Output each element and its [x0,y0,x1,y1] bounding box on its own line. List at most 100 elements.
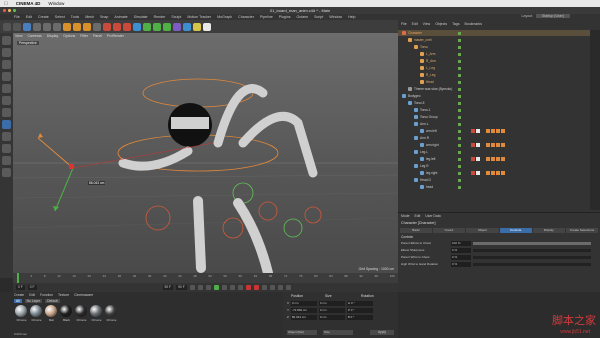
material-swatch[interactable]: Skin [45,305,58,322]
subdivision-icon[interactable] [143,22,151,31]
tag-icon[interactable] [491,128,495,133]
object-row[interactable]: Character [398,30,600,36]
coordinate-mode-dropdown[interactable]: Object (Rel) [287,330,317,335]
tag-icon[interactable] [481,142,485,147]
object-row[interactable]: Theme was slow (Bymoko) [398,86,600,92]
tag-icon[interactable] [471,142,475,147]
edges-mode-icon[interactable] [2,96,11,105]
next-key-icon[interactable] [229,285,235,290]
zoom-icon[interactable] [13,9,16,12]
attribute-tab[interactable]: Object [466,228,499,233]
go-to-end-icon[interactable] [237,285,243,290]
viewport-menu-item[interactable]: Options [63,34,75,38]
object-menu-item[interactable]: Tags [452,22,459,26]
autokey-icon[interactable] [253,285,259,290]
material-swatch[interactable]: Chrome [15,305,28,322]
axis-mode-icon[interactable] [2,120,11,129]
menu-item[interactable]: Plugins [279,15,291,19]
visibility-check-icon[interactable] [458,129,461,133]
menu-item[interactable]: Character [238,15,254,19]
object-row[interactable]: Bodygeo [398,93,600,99]
object-row[interactable]: head [398,184,600,190]
size-field[interactable]: 0 cm [319,301,346,306]
tag-icon[interactable] [476,156,480,161]
tag-icon[interactable] [476,128,480,133]
z-axis-icon[interactable] [83,22,91,31]
material-swatch[interactable]: Chrome [105,305,118,322]
tag-icon[interactable] [491,142,495,147]
object-row[interactable]: Torso [398,44,600,50]
tag-icon[interactable] [496,128,500,133]
attribute-slider[interactable] [473,255,591,259]
menu-item[interactable]: Edit [26,15,32,19]
attribute-tab[interactable]: Create Selections [565,228,599,233]
end-frame-field[interactable]: 90 F [162,285,174,290]
visibility-check-icon[interactable] [458,73,461,77]
previous-frame-icon[interactable] [205,285,211,290]
tag-icon[interactable] [501,128,505,133]
tag-icon[interactable] [471,156,475,161]
polygons-mode-icon[interactable] [2,108,11,117]
texture-mode-icon[interactable] [2,60,11,69]
material-filter-tab[interactable]: No Layer [24,299,43,303]
cloner-icon[interactable] [153,22,161,31]
material-filter-tab[interactable]: Default [45,299,60,303]
material-swatch[interactable]: Chrome [90,305,103,322]
current-frame-field[interactable]: 0 F [27,285,37,290]
material-menu-item[interactable]: Cinemaware [74,293,93,297]
visibility-check-icon[interactable] [458,38,461,42]
rotation-field[interactable]: B 0 ° [346,315,373,320]
size-field[interactable]: 0 cm [318,315,345,320]
visibility-check-icon[interactable] [458,185,461,189]
position-field[interactable]: 86.043 cm [290,315,317,320]
object-row[interactable]: R_Arm [398,58,600,64]
visibility-check-icon[interactable] [458,31,461,35]
position-field[interactable]: -72.862 cm [291,308,318,313]
points-mode-icon[interactable] [2,84,11,93]
attribute-menu-item[interactable]: Edit [414,214,420,218]
object-row[interactable]: arm.left [398,128,600,134]
visibility-check-icon[interactable] [458,143,461,147]
model-mode-icon[interactable] [2,48,11,57]
menu-item[interactable]: Octane [297,15,309,19]
tag-icon[interactable] [481,156,485,161]
menu-item[interactable]: Sculpt [171,15,181,19]
locked-workplane-icon[interactable] [2,144,11,153]
cube-icon[interactable] [133,22,141,31]
attribute-slider[interactable] [473,241,591,245]
x-axis-icon[interactable] [63,22,71,31]
object-row[interactable]: Leg.L [398,149,600,155]
position-field[interactable]: 0 cm [291,301,318,306]
spline-icon[interactable] [173,22,181,31]
visibility-check-icon[interactable] [458,52,461,56]
viewport-scene[interactable] [13,33,398,273]
scale-key-icon[interactable] [285,285,291,290]
object-row[interactable]: Head.G [398,177,600,183]
object-menu-item[interactable]: File [401,22,407,26]
layout-value[interactable]: Startup (User) [536,14,570,18]
app-menu[interactable]: CINEMA 4D [16,1,41,6]
floor-icon[interactable] [183,22,191,31]
visibility-check-icon[interactable] [458,157,461,161]
keyframe-selection-icon[interactable] [261,285,267,290]
tag-icon[interactable] [501,156,505,161]
visibility-check-icon[interactable] [458,178,461,182]
object-menu-item[interactable]: Bookmarks [464,22,482,26]
object-row[interactable]: master_cntrl [398,37,600,43]
attribute-tab[interactable]: Display [532,228,565,233]
menu-item[interactable]: Render [154,15,166,19]
attribute-tab[interactable]: Controls [499,228,532,233]
sculpt-icon[interactable] [2,168,11,177]
light-icon[interactable] [203,22,211,31]
attribute-value-field[interactable]: 0 % [451,255,471,260]
render-settings-icon[interactable] [123,22,131,31]
tag-icon[interactable] [476,170,480,175]
tag-icon[interactable] [501,142,505,147]
attribute-tab[interactable]: Coord. [433,228,466,233]
viewport-menu-item[interactable]: Panel [93,34,102,38]
rotation-key-icon[interactable] [277,285,283,290]
object-row[interactable]: Torso Group [398,114,600,120]
object-row[interactable]: Torso.5 [398,100,600,106]
attribute-menu-item[interactable]: Mode [401,214,409,218]
menu-item[interactable]: Create [38,15,49,19]
